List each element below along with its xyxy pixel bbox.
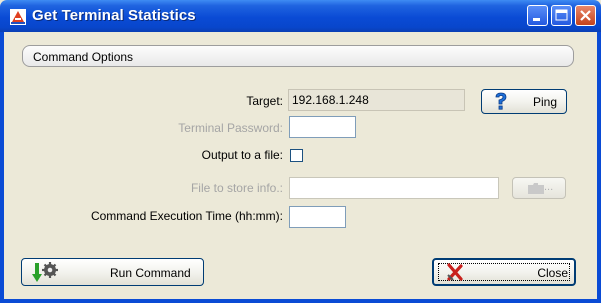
command-execution-time-field[interactable] xyxy=(289,206,346,228)
window-title: Get Terminal Statistics xyxy=(32,7,196,24)
dialog-window: Get Terminal Statistics Command Options … xyxy=(0,0,601,303)
minimize-button[interactable] xyxy=(527,5,548,26)
target-label: Target: xyxy=(246,94,283,108)
file-to-store-label: File to store info.: xyxy=(190,181,283,195)
close-x-icon xyxy=(580,10,591,21)
group-title: Command Options xyxy=(33,50,134,64)
folder-icon xyxy=(528,183,544,194)
ping-button[interactable]: Ping xyxy=(481,89,567,114)
file-to-store-field[interactable] xyxy=(289,177,499,199)
title-bar[interactable]: Get Terminal Statistics xyxy=(0,0,601,32)
close-label: Close xyxy=(537,266,568,280)
close-button[interactable]: Close xyxy=(432,258,576,286)
output-to-file-checkbox[interactable] xyxy=(290,149,303,162)
window-close-button[interactable] xyxy=(575,5,596,26)
terminal-password-label: Terminal Password: xyxy=(178,121,283,135)
run-command-gear-icon xyxy=(32,262,58,282)
minimize-icon xyxy=(533,18,540,21)
ping-label: Ping xyxy=(532,95,557,109)
terminal-password-field[interactable] xyxy=(289,116,356,138)
target-value: 192.168.1.248 xyxy=(292,93,369,107)
maximize-icon xyxy=(555,9,568,21)
window-frame-bottom xyxy=(0,299,601,303)
maximize-button[interactable] xyxy=(551,5,572,26)
red-x-close-icon xyxy=(447,263,463,281)
browse-dots: ... xyxy=(544,181,554,193)
window-frame-right xyxy=(597,32,601,303)
run-command-button[interactable]: Run Command xyxy=(21,258,204,286)
target-field: 192.168.1.248 xyxy=(288,89,465,111)
app-icon xyxy=(10,9,26,25)
browse-button[interactable]: ... xyxy=(512,177,566,199)
group-header: Command Options xyxy=(22,45,574,67)
run-command-label: Run Command xyxy=(110,266,191,280)
help-question-icon xyxy=(495,92,507,110)
window-frame-left xyxy=(0,32,4,303)
command-execution-time-label: Command Execution Time (hh:mm): xyxy=(90,209,283,223)
output-to-file-label: Output to a file: xyxy=(201,148,283,162)
